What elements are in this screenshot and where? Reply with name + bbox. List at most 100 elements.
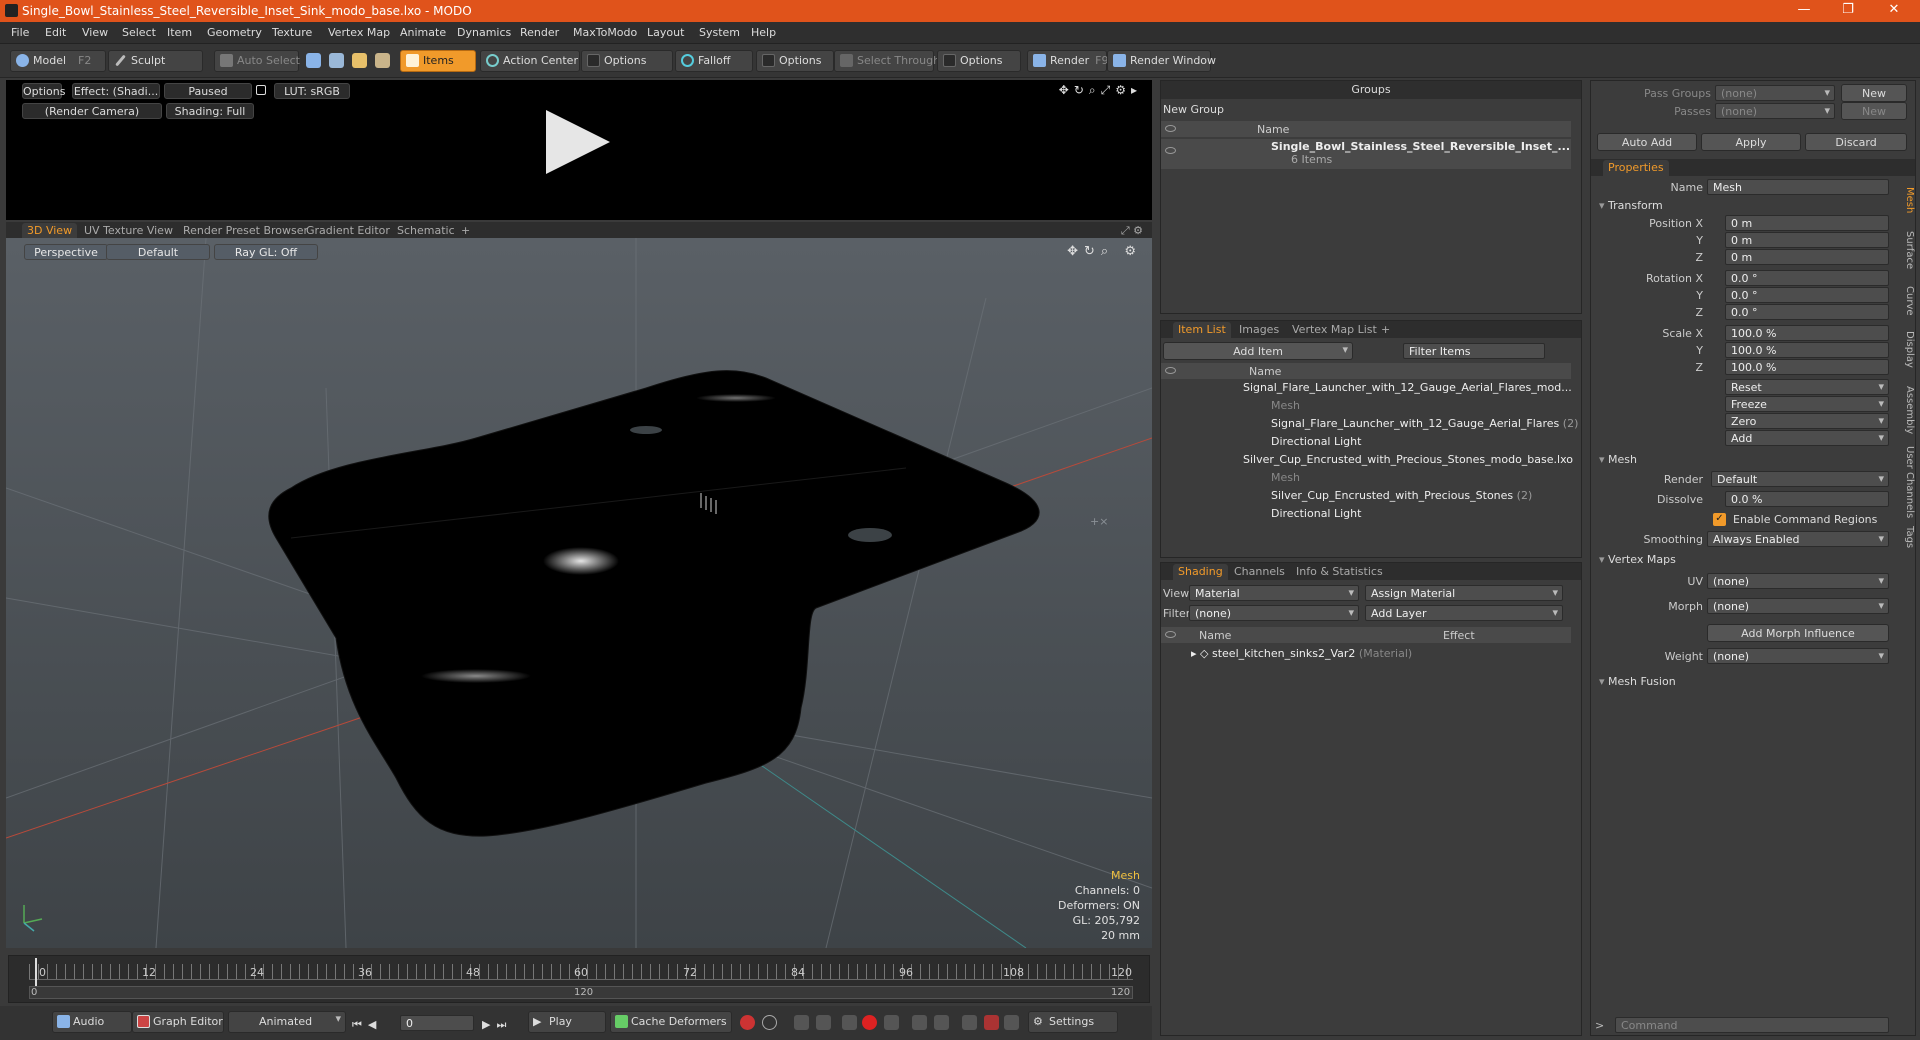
menu-edit[interactable]: Edit — [45, 26, 66, 39]
viewport-nav-icons[interactable]: ✥↻⌕ ⚙ — [1067, 244, 1142, 259]
materials-mode-icon[interactable] — [375, 53, 390, 68]
play-button[interactable]: ▶ Play — [528, 1011, 606, 1033]
item-light-1[interactable]: Directional Light — [1271, 435, 1361, 452]
render-dropdown[interactable]: Default — [1711, 471, 1889, 487]
side-tab-surface[interactable]: Surface — [1897, 231, 1915, 269]
scale-y-field[interactable]: 100.0 % — [1725, 342, 1889, 358]
animated-dropdown[interactable]: Animated — [228, 1011, 346, 1033]
options-button-2[interactable]: Options — [756, 50, 834, 72]
tab-shading[interactable]: Shading — [1173, 564, 1228, 580]
autokey-icon[interactable] — [740, 1015, 755, 1030]
sculpt-button[interactable]: Sculpt — [108, 50, 203, 72]
shading-button[interactable]: Shading: Full — [166, 103, 254, 119]
settings-button[interactable]: ⚙ Settings — [1028, 1011, 1118, 1033]
smoothing-dropdown[interactable]: Always Enabled — [1707, 531, 1889, 547]
add-item-button[interactable]: Add Item — [1163, 342, 1353, 360]
tab-uv-texture-view[interactable]: UV Texture View — [79, 223, 178, 239]
pass-groups-dropdown[interactable]: (none) — [1715, 85, 1835, 101]
key-next-icon[interactable] — [816, 1015, 831, 1030]
menu-view[interactable]: View — [82, 26, 108, 39]
render-camera-button[interactable]: (Render Camera) — [22, 103, 162, 119]
default-style-button[interactable]: Default — [106, 244, 210, 260]
vertices-mode-icon[interactable] — [306, 53, 321, 68]
menu-render[interactable]: Render — [520, 26, 559, 39]
timeline[interactable]: 0 12 24 36 48 60 72 84 96 108 120 0 120 … — [8, 955, 1150, 1003]
render-options-button[interactable]: Options — [22, 83, 65, 99]
side-tab-tags[interactable]: Tags — [1897, 526, 1915, 548]
group-eye-icon[interactable] — [1165, 147, 1176, 154]
transform-section[interactable]: Transform — [1599, 199, 1663, 212]
lut-button[interactable]: LUT: sRGB — [274, 83, 350, 99]
key-channel-icon[interactable] — [842, 1015, 857, 1030]
vertex-maps-section[interactable]: Vertex Maps — [1599, 553, 1676, 566]
tab-properties[interactable]: Properties — [1603, 160, 1669, 176]
cache-deformers-button[interactable]: Cache Deformers — [610, 1011, 732, 1033]
tab-schematic[interactable]: Schematic — [392, 223, 460, 239]
key-jump-next-icon[interactable] — [934, 1015, 949, 1030]
key-prev-icon[interactable] — [794, 1015, 809, 1030]
item-flare-launcher[interactable]: Signal_Flare_Launcher_with_12_Gauge_Aeri… — [1271, 417, 1578, 434]
raygl-button[interactable]: Ray GL: Off — [214, 244, 318, 260]
tab-info-statistics[interactable]: Info & Statistics — [1291, 564, 1388, 580]
key-filter-icon[interactable] — [1004, 1015, 1019, 1030]
position-y-field[interactable]: 0 m — [1725, 232, 1889, 248]
rotation-x-field[interactable]: 0.0 ° — [1725, 270, 1889, 286]
morph-dropdown[interactable]: (none) — [1707, 598, 1889, 614]
reset-dropdown[interactable]: Reset — [1725, 379, 1889, 395]
tab-render-preset-browser[interactable]: Render Preset Browser — [178, 223, 313, 239]
key-remove-icon[interactable] — [984, 1015, 999, 1030]
add-layer-button[interactable]: Add Layer — [1365, 605, 1563, 621]
audio-button[interactable]: Audio — [52, 1011, 132, 1033]
menu-file[interactable]: File — [11, 26, 29, 39]
new-group-button[interactable]: New Group — [1161, 101, 1245, 119]
name-field[interactable]: Mesh — [1707, 179, 1889, 195]
select-through-button[interactable]: Select Through — [834, 50, 940, 72]
auto-select-button[interactable]: Auto Select — [214, 50, 300, 72]
filter-items-field[interactable]: Filter Items — [1403, 343, 1545, 359]
uv-dropdown[interactable]: (none) — [1707, 573, 1889, 589]
keyframe-icon[interactable] — [762, 1015, 777, 1030]
mesh-section[interactable]: Mesh — [1599, 453, 1637, 466]
tab-gradient-editor[interactable]: Gradient Editor — [301, 223, 395, 239]
polygons-mode-icon[interactable] — [352, 53, 367, 68]
menu-dynamics[interactable]: Dynamics — [457, 26, 511, 39]
side-tab-mesh[interactable]: Mesh — [1897, 187, 1915, 213]
item-scene-1[interactable]: Signal_Flare_Launcher_with_12_Gauge_Aeri… — [1243, 381, 1572, 398]
add-morph-influence-button[interactable]: Add Morph Influence — [1707, 624, 1889, 642]
step-back-icons[interactable]: ⏮◀ — [352, 1018, 382, 1032]
3d-viewport[interactable]: +× Perspective Default Ray GL: Off ✥↻⌕ ⚙… — [6, 238, 1152, 948]
side-tab-assembly[interactable]: Assembly — [1897, 386, 1915, 434]
menu-system[interactable]: System — [699, 26, 740, 39]
discard-button[interactable]: Discard — [1805, 133, 1907, 151]
scale-x-field[interactable]: 100.0 % — [1725, 325, 1889, 341]
new-pass-group-button[interactable]: New — [1841, 84, 1907, 102]
menu-animate[interactable]: Animate — [400, 26, 446, 39]
item-light-2[interactable]: Directional Light — [1271, 507, 1361, 524]
menu-layout[interactable]: Layout — [647, 26, 684, 39]
graph-editor-button[interactable]: Graph Editor — [132, 1011, 224, 1033]
action-center-button[interactable]: Action Center — [480, 50, 580, 72]
minimize-icon[interactable]: — — [1784, 2, 1824, 20]
side-tab-display[interactable]: Display — [1897, 331, 1915, 368]
options-button-1[interactable]: Options — [581, 50, 673, 72]
command-input[interactable]: Command — [1615, 1017, 1889, 1033]
tab-vertex-map-list[interactable]: Vertex Map List — [1287, 322, 1382, 338]
filter-dropdown[interactable]: (none) — [1189, 605, 1359, 621]
item-mesh-2[interactable]: Mesh — [1271, 471, 1300, 488]
menu-select[interactable]: Select — [122, 26, 156, 39]
add-tab-icon[interactable]: + — [456, 223, 475, 239]
key-delete-icon[interactable] — [884, 1015, 899, 1030]
menu-geometry[interactable]: Geometry — [207, 26, 262, 39]
auto-add-button[interactable]: Auto Add — [1597, 133, 1697, 151]
menu-help[interactable]: Help — [751, 26, 776, 39]
tab-images[interactable]: Images — [1234, 322, 1284, 338]
weight-dropdown[interactable]: (none) — [1707, 648, 1889, 664]
dissolve-field[interactable]: 0.0 % — [1725, 491, 1889, 507]
passes-dropdown[interactable]: (none) — [1715, 103, 1835, 119]
item-mesh-1[interactable]: Mesh — [1271, 399, 1300, 416]
new-pass-button[interactable]: New — [1841, 102, 1907, 120]
perspective-button[interactable]: Perspective — [24, 244, 108, 260]
mesh-fusion-section[interactable]: Mesh Fusion — [1599, 675, 1676, 688]
material-row[interactable]: ▸ ◇ steel_kitchen_sinks2_Var2 (Material) — [1191, 647, 1412, 664]
freeze-dropdown[interactable]: Freeze — [1725, 396, 1889, 412]
